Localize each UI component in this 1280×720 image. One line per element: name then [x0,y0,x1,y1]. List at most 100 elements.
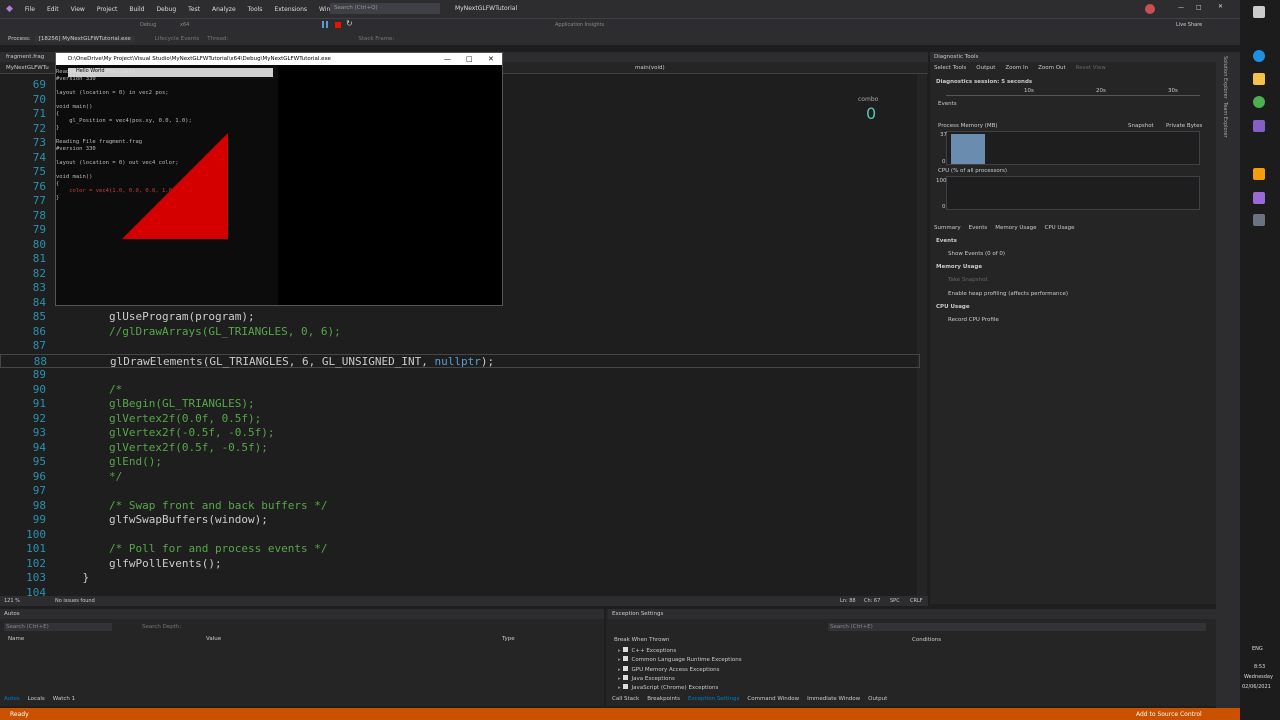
close-button[interactable]: ✕ [1218,3,1223,10]
maximize-button[interactable]: □ [1196,4,1202,11]
edge-icon[interactable] [1253,50,1265,62]
checkbox[interactable] [622,684,628,690]
code-line[interactable]: 98 /* Swap front and back buffers */ [0,499,920,514]
add-to-source-control[interactable]: Add to Source Control [1136,711,1202,718]
code-line[interactable]: 102 glfwPollEvents(); [0,557,920,572]
tab-memory-usage[interactable]: Memory Usage [995,225,1036,231]
user-avatar[interactable] [1145,4,1155,14]
exception-item[interactable]: ▸ Common Language Runtime Exceptions [618,656,742,665]
tab-locals[interactable]: Locals [28,696,45,702]
code-line[interactable]: 91 glBegin(GL_TRIANGLES); [0,397,920,412]
menu-item-extensions[interactable]: Extensions [274,6,307,13]
gl-maximize-button[interactable]: □ [466,55,473,63]
checkbox[interactable] [622,647,628,652]
exception-item[interactable]: ▸ GPU Memory Access Exceptions [618,665,742,675]
code-line[interactable]: 104 [0,586,920,597]
menu-item-file[interactable]: File [25,6,35,13]
checkbox[interactable] [622,665,628,671]
heap-profiling-checkbox[interactable]: Enable heap profiling (affects performan… [948,291,1068,297]
select-tools-button[interactable]: Select Tools [934,65,966,71]
exception-item[interactable]: ▸ C++ Exceptions [618,647,742,656]
checkbox[interactable] [622,656,628,662]
inner-window-title[interactable]: Hello World [68,68,273,77]
platform-dropdown[interactable]: x64 [180,22,189,28]
minimize-button[interactable]: — [1178,4,1184,11]
code-line[interactable]: 93 glVertex2f(-0.5f, -0.5f); [0,426,920,441]
code-line[interactable]: 92 glVertex2f(0.0f, 0.5f); [0,412,920,427]
zoom-in-button[interactable]: Zoom In [1005,65,1028,71]
exception-item[interactable]: ▸ Java Exceptions [618,674,742,684]
chrome-icon[interactable] [1253,96,1265,108]
tab-autos[interactable]: Autos [4,696,20,702]
issues-indicator[interactable]: No issues found [55,598,95,604]
menu-item-build[interactable]: Build [129,6,144,13]
language-indicator[interactable]: ENG [1252,646,1263,652]
code-line[interactable]: 103 } [0,571,920,586]
gl-minimize-button[interactable]: — [444,55,451,63]
code-line[interactable]: 96 */ [0,470,920,485]
code-line[interactable]: 90 /* [0,383,920,398]
tab-output[interactable]: Output [868,696,887,702]
project-dropdown[interactable]: MyNextGLFWTu [6,65,49,71]
output-button[interactable]: Output [976,65,995,71]
menu-item-project[interactable]: Project [97,6,118,13]
timeline-ruler[interactable]: 10s 20s 30s [946,88,1200,96]
code-line[interactable]: 99 glfwSwapBuffers(window); [0,513,920,528]
team-explorer-tab[interactable]: Team Explorer [1222,102,1228,138]
process-dropdown[interactable]: [18256] MyNextGLFWTutorial.exe [34,35,135,42]
code-line[interactable]: 86 //glDrawArrays(GL_TRIANGLES, 0, 6); [0,325,920,340]
search-box[interactable]: Search (Ctrl+Q) [330,3,440,14]
tab-watch1[interactable]: Watch 1 [53,696,75,702]
show-events-link[interactable]: Show Events (0 of 0) [948,251,1005,257]
exceptions-search[interactable]: Search (Ctrl+E) [828,623,1206,631]
autos-search[interactable]: Search (Ctrl+E) [4,623,112,631]
code-line[interactable]: 85 glUseProgram(program); [0,310,920,325]
tab-fragment-frag[interactable]: fragment.frag [6,54,44,60]
stop-icon[interactable] [335,22,341,28]
tab-immediate-window[interactable]: Immediate Window [807,696,860,702]
app-icon[interactable] [1253,192,1265,204]
opengl-app-icon[interactable] [1253,214,1265,226]
code-line[interactable]: 94 glVertex2f(0.5f, -0.5f); [0,441,920,456]
menu-item-debug[interactable]: Debug [156,6,176,13]
app-icon[interactable] [1253,168,1265,180]
menu-item-view[interactable]: View [71,6,85,13]
code-line[interactable]: 89 [0,368,920,383]
code-line[interactable]: 88 glDrawElements(GL_TRIANGLES, 6, GL_UN… [0,353,920,368]
clock-time[interactable]: 8:53 [1254,664,1265,670]
opengl-window-titlebar[interactable]: D:\OneDrive\My Project\Visual Studio\MyN… [56,53,502,65]
code-line[interactable]: 101 /* Poll for and process events */ [0,542,920,557]
tab-cpu-usage[interactable]: CPU Usage [1044,225,1074,231]
live-share-button[interactable]: Live Share [1176,22,1202,28]
zoom-level[interactable]: 121 % [4,598,20,604]
tab-exception-settings[interactable]: Exception Settings [688,696,739,702]
reset-view-button[interactable]: Reset View [1076,65,1106,71]
menu-item-edit[interactable]: Edit [47,6,59,13]
checkbox[interactable] [622,674,628,680]
tab-command-window[interactable]: Command Window [747,696,799,702]
windows-start-icon[interactable] [1253,6,1265,18]
app-insights-button[interactable]: Application Insights [555,22,604,28]
tab-breakpoints[interactable]: Breakpoints [647,696,680,702]
tab-call-stack[interactable]: Call Stack [612,696,639,702]
code-line[interactable]: 95 glEnd(); [0,455,920,470]
code-line[interactable]: 87 [0,339,920,354]
restart-icon[interactable]: ↻ [346,19,353,28]
menu-item-tools[interactable]: Tools [248,6,263,13]
code-line[interactable]: 97 [0,484,920,499]
solution-explorer-tab[interactable]: Solution Explorer [1222,56,1228,99]
code-line[interactable]: 100 [0,528,920,543]
scope-dropdown[interactable]: main(void) [635,65,665,71]
config-dropdown[interactable]: Debug [140,22,156,28]
tab-summary[interactable]: Summary [934,225,961,231]
menu-item-test[interactable]: Test [188,6,200,13]
take-snapshot-button[interactable]: Take Snapshot [948,277,988,283]
tab-events[interactable]: Events [969,225,988,231]
opengl-window[interactable]: D:\OneDrive\My Project\Visual Studio\MyN… [55,52,503,306]
record-cpu-button[interactable]: Record CPU Profile [948,317,999,323]
zoom-out-button[interactable]: Zoom Out [1038,65,1066,71]
visual-studio-icon[interactable] [1253,120,1265,132]
exception-item[interactable]: ▸ JavaScript (Chrome) Exceptions [618,684,742,693]
lifecycle-events-button[interactable]: Lifecycle Events [155,36,200,42]
file-explorer-icon[interactable] [1253,73,1265,85]
